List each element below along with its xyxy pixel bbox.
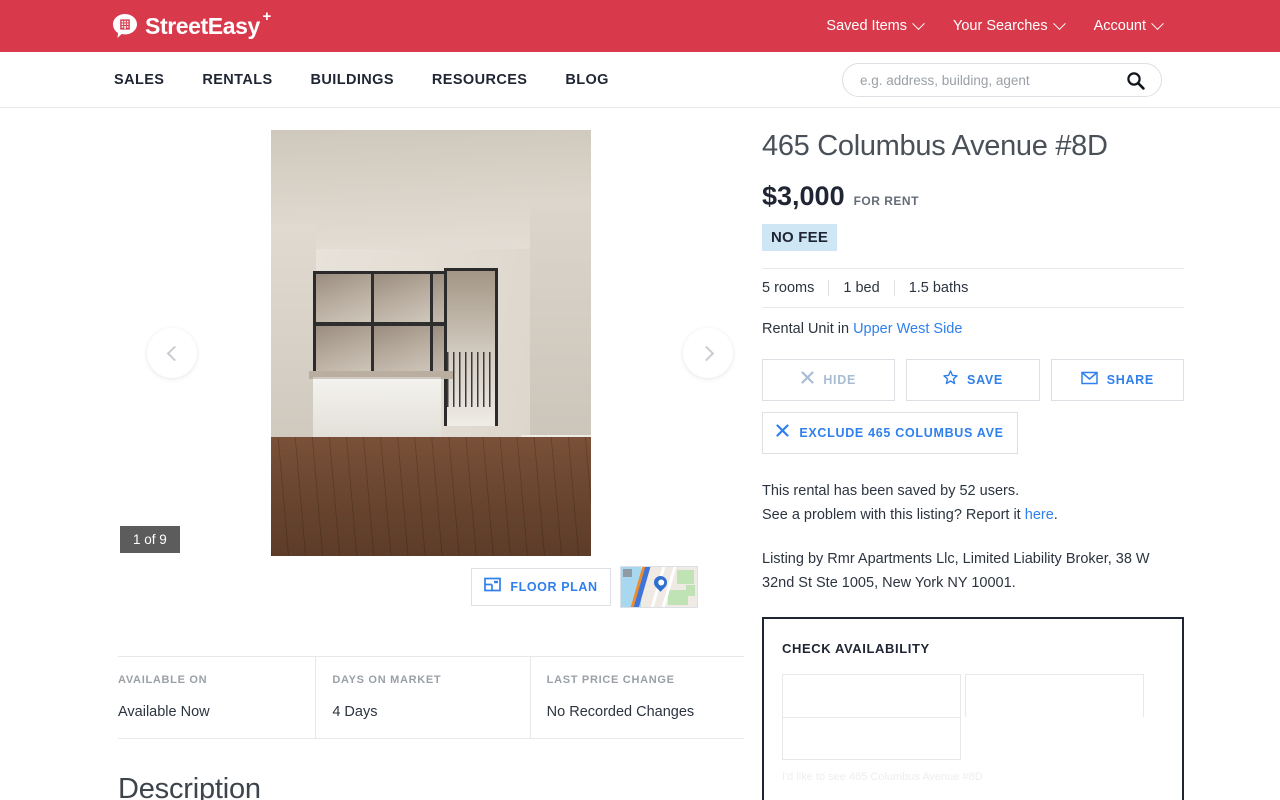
neighborhood-link[interactable]: Upper West Side <box>853 321 962 337</box>
save-button-label: SAVE <box>967 373 1003 387</box>
exclude-button-label: EXCLUDE 465 COLUMBUS AVE <box>799 426 1004 440</box>
map-thumbnail[interactable] <box>620 566 698 608</box>
unit-prefix-label: Rental Unit in <box>762 321 854 337</box>
gallery-tools-row: FLOOR PLAN <box>118 566 744 608</box>
report-problem-prefix: See a problem with this listing? Report … <box>762 507 1025 523</box>
topnav-label-account: Account <box>1093 18 1146 34</box>
listing-price: $3,000 <box>762 181 845 211</box>
share-button-label: SHARE <box>1106 373 1154 387</box>
listing-detail-column: 465 Columbus Avenue #8D $3,000 FOR RENT … <box>762 108 1184 800</box>
topnav-label-saved-items: Saved Items <box>826 18 907 34</box>
save-button[interactable]: SAVE <box>906 359 1040 401</box>
listing-meta: This rental has been saved by 52 users. … <box>762 479 1184 527</box>
email-field[interactable] <box>965 674 1145 717</box>
report-here-link[interactable]: here <box>1025 507 1054 523</box>
search-input[interactable] <box>843 72 1126 88</box>
floor-plan-button[interactable]: FLOOR PLAN <box>471 568 611 606</box>
price-row: $3,000 FOR RENT <box>762 181 1184 212</box>
description-heading: Description <box>118 773 261 800</box>
check-availability-panel: CHECK AVAILABILITY I'd like to see 465 C… <box>762 617 1184 800</box>
fact-beds: 1 bed <box>828 280 893 296</box>
nav-item-rentals[interactable]: RENTALS <box>202 72 272 88</box>
photo-radiator <box>312 377 441 437</box>
stat-available-on: AVAILABLE ON Available Now <box>118 657 315 738</box>
floor-plan-icon <box>484 576 502 598</box>
gallery-prev-button[interactable] <box>147 328 197 378</box>
broker-line: Listing by Rmr Apartments Llc, Limited L… <box>762 551 1150 591</box>
star-icon <box>943 370 958 390</box>
page-title: 465 Columbus Avenue #8D <box>762 130 1108 162</box>
nav-item-blog[interactable]: BLOG <box>565 72 609 88</box>
logo-text-label: StreetEasy <box>145 12 260 39</box>
name-field[interactable] <box>782 674 961 717</box>
top-nav: Saved Items Your Searches Account <box>826 0 1164 52</box>
chevron-down-icon <box>912 16 925 30</box>
main-nav: SALES RENTALS BUILDINGS RESOURCES BLOG <box>114 72 609 88</box>
fact-rooms: 5 rooms <box>762 280 815 296</box>
floor-plan-label: FLOOR PLAN <box>510 580 598 594</box>
stat-last-price-change: LAST PRICE CHANGE No Recorded Changes <box>529 657 744 738</box>
availability-footer-note: I'd like to see 465 Columbus Avenue #8D <box>782 771 983 783</box>
chevron-left-icon <box>166 345 182 361</box>
listing-actions: HIDE SAVE SHARE <box>762 359 1184 401</box>
broker-info: Listing by Rmr Apartments Llc, Limited L… <box>762 547 1184 595</box>
unit-neighborhood-line: Rental Unit in Upper West Side <box>762 321 1184 337</box>
fact-baths: 1.5 baths <box>893 280 983 296</box>
exclude-building-button[interactable]: EXCLUDE 465 COLUMBUS AVE <box>762 412 1018 454</box>
report-problem-suffix: . <box>1053 507 1058 523</box>
report-problem-line: See a problem with this listing? Report … <box>762 503 1184 527</box>
stat-label: AVAILABLE ON <box>118 674 208 686</box>
envelope-icon <box>1080 371 1098 390</box>
logo-plus-mark: + <box>262 7 272 25</box>
site-logo[interactable]: StreetEasy + <box>112 0 271 52</box>
topnav-item-account[interactable]: Account <box>1093 16 1164 34</box>
map-badge-icon <box>623 569 632 577</box>
photo-counter: 1 of 9 <box>120 526 180 553</box>
nav-item-resources[interactable]: RESOURCES <box>432 72 527 88</box>
gallery-column: 1 of 9 FLOOR PLAN AVAILABLE ON Available… <box>118 108 744 800</box>
stat-days-on-market: DAYS ON MARKET 4 Days <box>315 657 529 738</box>
logo-wordmark: StreetEasy + <box>145 9 271 39</box>
building-bubble-icon <box>112 13 138 39</box>
listing-price-label: FOR RENT <box>853 194 919 208</box>
stat-value: 4 Days <box>332 704 378 720</box>
status-badge: NO FEE <box>762 224 838 251</box>
search-box[interactable] <box>842 63 1162 97</box>
topnav-item-your-searches[interactable]: Your Searches <box>953 16 1066 34</box>
listing-photo[interactable] <box>271 130 591 556</box>
stat-label: LAST PRICE CHANGE <box>546 674 675 686</box>
phone-field[interactable] <box>782 717 961 760</box>
listing-facts: 5 rooms 1 bed 1.5 baths <box>762 268 1184 308</box>
chevron-right-icon <box>698 345 714 361</box>
close-x-icon <box>776 424 789 442</box>
gallery-next-button[interactable] <box>683 328 733 378</box>
stat-value: Available Now <box>118 704 210 720</box>
nav-item-buildings[interactable]: BUILDINGS <box>311 72 394 88</box>
chevron-down-icon <box>1052 16 1066 30</box>
topnav-label-your-searches: Your Searches <box>953 18 1048 34</box>
nav-item-sales[interactable]: SALES <box>114 72 164 88</box>
saved-count-note: This rental has been saved by 52 users. <box>762 483 1020 499</box>
photo-floor <box>271 436 591 556</box>
stat-label: DAYS ON MARKET <box>332 674 442 686</box>
hide-button-label: HIDE <box>823 373 856 387</box>
photo-gallery: 1 of 9 <box>118 130 744 556</box>
stat-value: No Recorded Changes <box>546 704 695 720</box>
top-utility-bar: StreetEasy + Saved Items Your Searches A… <box>0 0 1280 52</box>
share-button[interactable]: SHARE <box>1050 359 1184 401</box>
search-icon[interactable] <box>1126 71 1145 90</box>
main-nav-bar: SALES RENTALS BUILDINGS RESOURCES BLOG <box>0 52 1280 108</box>
topnav-item-saved-items[interactable]: Saved Items <box>826 16 925 34</box>
hide-button[interactable]: HIDE <box>762 359 896 401</box>
check-availability-heading: CHECK AVAILABILITY <box>782 641 930 656</box>
chevron-down-icon <box>1151 16 1164 30</box>
listing-stats: AVAILABLE ON Available Now DAYS ON MARKE… <box>118 656 744 739</box>
close-x-icon <box>801 371 814 389</box>
listing-page: 1 of 9 FLOOR PLAN AVAILABLE ON Available… <box>0 108 1280 800</box>
